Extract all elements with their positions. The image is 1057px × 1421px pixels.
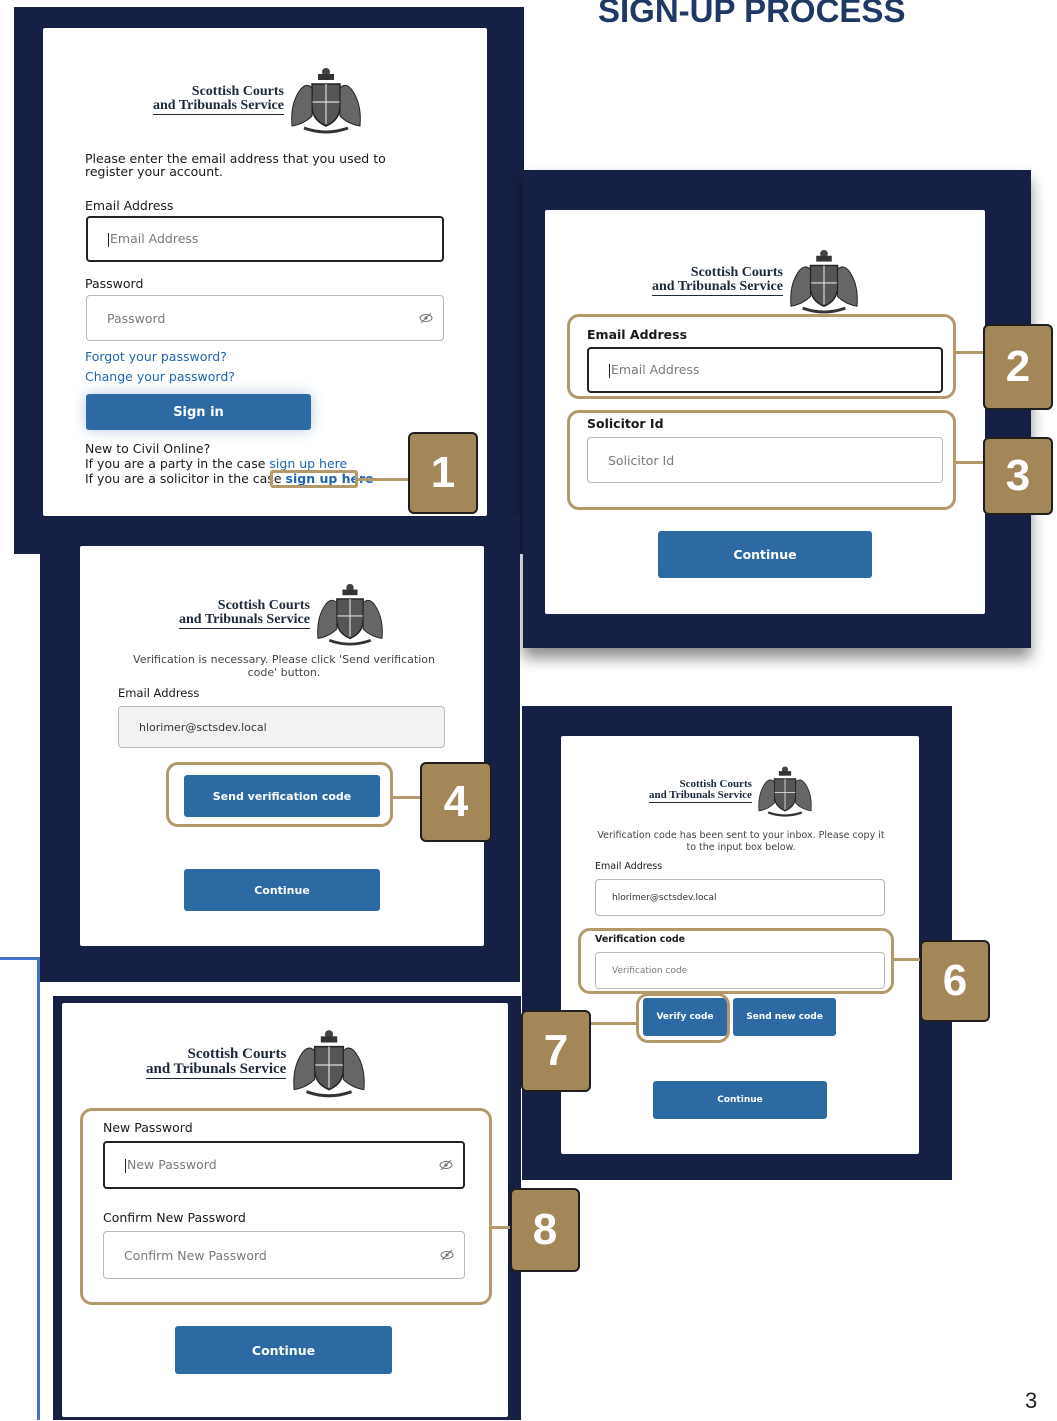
email-label: Email Address (118, 686, 200, 700)
highlight-solicitor-signup (270, 470, 358, 488)
side-accent-line (0, 957, 40, 1420)
highlight-email (567, 314, 956, 399)
brand-logo: Scottish Courts and Tribunals Service (179, 582, 388, 646)
highlight-solicitor-id (567, 410, 956, 510)
brand-line-1: Scottish Courts (187, 1046, 287, 1062)
highlight-verify-code (636, 993, 730, 1043)
brand-line-2: and Tribunals Service (153, 98, 284, 115)
intro-text: Please enter the email address that you … (85, 151, 386, 179)
brand-logo: Scottish Courts and Tribunals Service (153, 66, 366, 134)
email-label: Email Address (85, 198, 174, 213)
highlight-passwords (80, 1108, 492, 1305)
connector-4 (392, 796, 422, 799)
brand-line-2: and Tribunals Service (649, 789, 752, 803)
email-input[interactable]: Email Address (86, 216, 444, 262)
connector-2 (955, 351, 985, 354)
party-signup-link[interactable]: sign up here (269, 456, 347, 471)
connector-6 (893, 958, 921, 961)
brand-line-2: and Tribunals Service (146, 1061, 287, 1079)
brand-line-1: Scottish Courts (690, 265, 783, 280)
brand-line-1: Scottish Courts (191, 84, 284, 99)
brand-line-2: and Tribunals Service (652, 279, 783, 296)
callout-6: 6 (920, 940, 990, 1022)
screen-send-code-card: Scottish Courts and Tribunals Service Ve… (80, 546, 484, 946)
callout-8: 8 (510, 1188, 580, 1272)
change-password-link[interactable]: Change your password? (85, 369, 235, 384)
password-input[interactable]: Password (86, 295, 444, 341)
page-number: 3 (1025, 1388, 1038, 1413)
forgot-password-link[interactable]: Forgot your password? (85, 349, 227, 364)
highlight-verification-code (578, 928, 894, 994)
eye-off-icon[interactable] (419, 312, 433, 324)
brand-line-2: and Tribunals Service (179, 612, 310, 629)
brand-logo: Scottish Courts and Tribunals Service (649, 765, 816, 817)
callout-7: 7 (521, 1010, 591, 1092)
new-user-prompt: New to Civil Online? (85, 441, 211, 456)
email-readonly-field: hlorimer@sctsdev.local (118, 706, 445, 748)
brand-logo: Scottish Courts and Tribunals Service (652, 248, 863, 314)
continue-button[interactable]: Continue (184, 869, 380, 911)
sign-in-button[interactable]: Sign in (86, 394, 311, 430)
email-field[interactable]: hlorimer@sctsdev.local (595, 879, 885, 916)
password-label: Password (85, 276, 144, 291)
callout-2: 2 (983, 324, 1053, 410)
code-sent-message: Verification code has been sent to your … (597, 830, 885, 853)
email-label: Email Address (595, 861, 663, 872)
brand-logo: Scottish Courts and Tribunals Service (146, 1028, 370, 1098)
crest-icon (790, 249, 858, 314)
brand-line-1: Scottish Courts (217, 598, 310, 613)
callout-4: 4 (420, 762, 492, 842)
connector-8 (491, 1226, 511, 1229)
page-title: SIGN-UP PROCESS (598, 0, 906, 29)
connector-1 (357, 478, 409, 481)
connector-7 (590, 1022, 638, 1025)
party-signup-row: If you are a party in the case sign up h… (85, 456, 348, 471)
continue-button[interactable]: Continue (175, 1326, 392, 1374)
connector-3 (955, 461, 985, 464)
crest-icon (291, 68, 361, 134)
continue-button[interactable]: Continue (653, 1081, 827, 1119)
crest-icon (293, 1030, 365, 1098)
send-new-code-button[interactable]: Send new code (733, 998, 836, 1036)
crest-icon (758, 766, 812, 817)
callout-3: 3 (983, 437, 1053, 515)
verification-message: Verification is necessary. Please click … (133, 653, 435, 679)
callout-1: 1 (408, 432, 478, 514)
continue-button[interactable]: Continue (658, 531, 872, 578)
highlight-send-code (166, 762, 393, 827)
crest-icon (317, 583, 383, 646)
